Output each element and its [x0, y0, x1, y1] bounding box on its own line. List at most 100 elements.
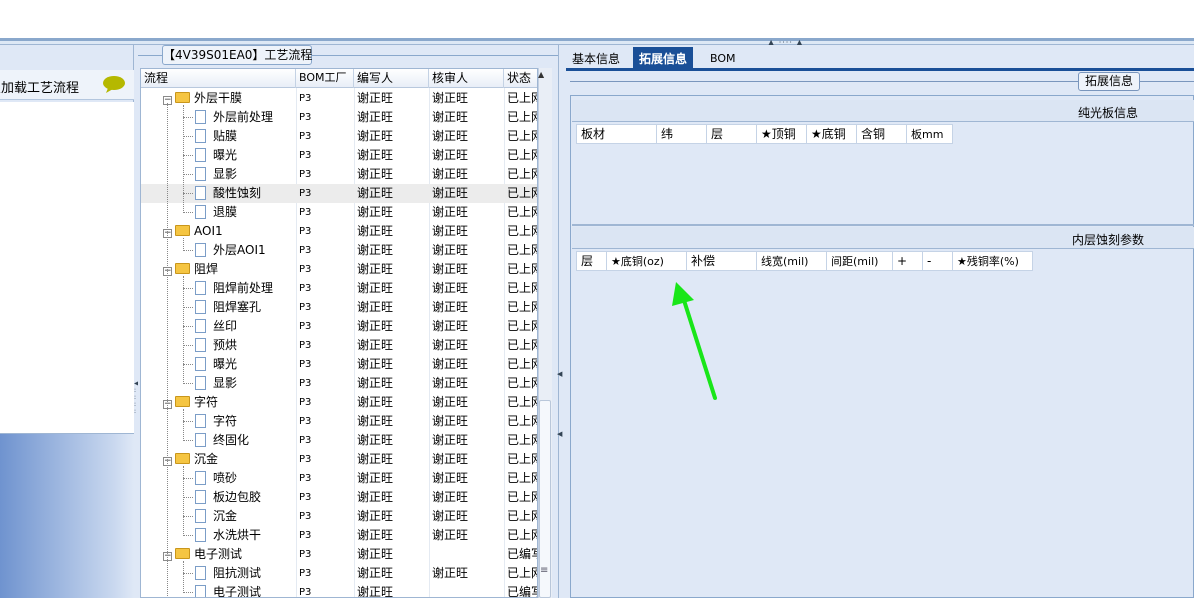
col-compensation[interactable]: 补偿 — [687, 252, 757, 271]
table-row[interactable]: −电子测试 P3 谢正旺 已编写 — [141, 545, 537, 564]
tree-connector — [167, 103, 168, 597]
tab-extended-info[interactable]: 拓展信息 — [633, 47, 694, 71]
table-row[interactable]: 板边包胶 P3 谢正旺 谢正旺 已上网 — [141, 488, 537, 507]
bom-factory-cell: P3 — [299, 454, 312, 465]
speech-bubble-icon[interactable] — [102, 75, 126, 93]
table-row[interactable]: 曝光 P3 谢正旺 谢正旺 已上网 — [141, 146, 537, 165]
col-top-copper[interactable]: ★顶铜 — [757, 125, 807, 144]
flow-cell[interactable]: 酸性蚀刻 — [195, 184, 261, 203]
flow-cell[interactable]: − 沉金 — [163, 450, 218, 469]
col-minus[interactable]: - — [923, 252, 953, 271]
flow-step-label: 喷砂 — [213, 471, 238, 485]
table-row[interactable]: 丝印 P3 谢正旺 谢正旺 已上网 — [141, 317, 537, 336]
table-row[interactable]: 电子测试 P3 谢正旺 已编写 — [141, 583, 537, 598]
table-row[interactable]: 外层前处理 P3 谢正旺 谢正旺 已上网 — [141, 108, 537, 127]
col-base-copper-oz[interactable]: ★底铜(oz) — [607, 252, 687, 271]
table-row[interactable]: 退膜 P3 谢正旺 谢正旺 已上网 — [141, 203, 537, 222]
flow-cell[interactable]: 显影 — [195, 374, 237, 393]
table-row[interactable]: 显影 P3 谢正旺 谢正旺 已上网 — [141, 374, 537, 393]
status-cell: 已上网 — [507, 281, 537, 295]
table-row[interactable]: 阻抗测试 P3 谢正旺 谢正旺 已上网 — [141, 564, 537, 583]
collapse-arrow-icon[interactable]: ◀ — [557, 370, 562, 378]
col-board-thickness[interactable]: 板mm — [907, 125, 953, 144]
table-row[interactable]: 终固化 P3 谢正旺 谢正旺 已上网 — [141, 431, 537, 450]
table-row[interactable]: 阻焊前处理 P3 谢正旺 谢正旺 已上网 — [141, 279, 537, 298]
scrollbar-grip-icon[interactable]: ≡ — [540, 565, 548, 576]
table-row[interactable]: 沉金 P3 谢正旺 谢正旺 已上网 — [141, 507, 537, 526]
flow-cell[interactable]: 外层AOI1 — [195, 241, 266, 260]
flow-step-label: 阻焊 — [194, 262, 219, 276]
table-row[interactable]: 外层AOI1 P3 谢正旺 谢正旺 已上网 — [141, 241, 537, 260]
load-process-label[interactable]: 点加载工艺流程 — [0, 77, 79, 96]
flow-cell[interactable]: 外层前处理 — [195, 108, 273, 127]
flow-cell[interactable]: 预烘 — [195, 336, 237, 355]
table-row[interactable]: 水洗烘干 P3 谢正旺 谢正旺 已上网 — [141, 526, 537, 545]
flow-cell[interactable]: − 阻焊 — [163, 260, 218, 279]
flow-cell[interactable]: 板边包胶 — [195, 488, 261, 507]
flow-cell[interactable]: 贴膜 — [195, 127, 237, 146]
bom-factory-cell: P3 — [299, 549, 312, 560]
status-cell: 已上网 — [507, 452, 537, 466]
flow-cell[interactable]: − 外层干膜 — [163, 89, 242, 108]
flow-cell[interactable]: 阻焊前处理 — [195, 279, 273, 298]
col-weft[interactable]: 纬 — [657, 125, 707, 144]
col-copper-content[interactable]: 含铜 — [857, 125, 907, 144]
col-header-writer[interactable]: 编写人 — [354, 69, 429, 88]
flow-cell[interactable]: − AOI1 — [163, 222, 223, 241]
tab-bom[interactable]: BOM — [704, 47, 742, 71]
table-row[interactable]: 曝光 P3 谢正旺 谢正旺 已上网 — [141, 355, 537, 374]
col-layer[interactable]: 层 — [707, 125, 757, 144]
flow-cell[interactable]: 喷砂 — [195, 469, 237, 488]
bom-factory-cell: P3 — [299, 359, 312, 370]
col-bottom-copper[interactable]: ★底铜 — [807, 125, 857, 144]
table-row[interactable]: 预烘 P3 谢正旺 谢正旺 已上网 — [141, 336, 537, 355]
flow-cell[interactable]: 水洗烘干 — [195, 526, 261, 545]
flow-step-label: 曝光 — [213, 357, 238, 371]
col-header-flow[interactable]: 流程 — [141, 69, 296, 88]
table-row[interactable]: 字符 P3 谢正旺 谢正旺 已上网 — [141, 412, 537, 431]
document-icon — [195, 566, 206, 580]
left-panel-footer — [0, 434, 134, 598]
table-row[interactable]: 阻焊塞孔 P3 谢正旺 谢正旺 已上网 — [141, 298, 537, 317]
table-row[interactable]: 贴膜 P3 谢正旺 谢正旺 已上网 — [141, 127, 537, 146]
col-plus[interactable]: + — [893, 252, 923, 271]
flow-cell[interactable]: 字符 — [195, 412, 237, 431]
col-layer[interactable]: 层 — [577, 252, 607, 271]
flow-step-label: 电子测试 — [213, 585, 262, 598]
right-splitter[interactable] — [558, 45, 566, 598]
table-row[interactable]: −阻焊 P3 谢正旺 谢正旺 已上网 — [141, 260, 537, 279]
flow-cell[interactable]: 阻焊塞孔 — [195, 298, 261, 317]
table-row[interactable]: −沉金 P3 谢正旺 谢正旺 已上网 — [141, 450, 537, 469]
table-row[interactable]: −AOI1 P3 谢正旺 谢正旺 已上网 — [141, 222, 537, 241]
col-spacing-mil[interactable]: 间距(mil) — [827, 252, 893, 271]
folder-icon — [175, 263, 190, 274]
col-residual-copper-rate[interactable]: ★残铜率(%) — [953, 252, 1033, 271]
table-row[interactable]: 喷砂 P3 谢正旺 谢正旺 已上网 — [141, 469, 537, 488]
bom-factory-cell: P3 — [299, 169, 312, 180]
tab-basic-info[interactable]: 基本信息 — [566, 47, 626, 71]
tree-connector — [183, 238, 184, 251]
writer-cell: 谢正旺 — [357, 167, 394, 181]
table-row[interactable]: 酸性蚀刻 P3 谢正旺 谢正旺 已上网 — [141, 184, 537, 203]
flow-cell[interactable]: 终固化 — [195, 431, 249, 450]
flow-cell[interactable]: 显影 — [195, 165, 237, 184]
flow-cell[interactable]: 丝印 — [195, 317, 237, 336]
flow-cell[interactable]: 退膜 — [195, 203, 237, 222]
flow-cell[interactable]: − 字符 — [163, 393, 218, 412]
col-line-width-mil[interactable]: 线宽(mil) — [757, 252, 827, 271]
table-row[interactable]: 显影 P3 谢正旺 谢正旺 已上网 — [141, 165, 537, 184]
table-row[interactable]: −外层干膜 P3 谢正旺 谢正旺 已上网 — [141, 89, 537, 108]
col-board-material[interactable]: 板材 — [577, 125, 657, 144]
flow-cell[interactable]: 电子测试 — [195, 583, 262, 598]
col-header-reviewer[interactable]: 核审人 — [429, 69, 504, 88]
flow-cell[interactable]: 曝光 — [195, 355, 237, 374]
collapse-arrow-icon[interactable]: ◀ — [557, 430, 562, 438]
flow-cell[interactable]: 曝光 — [195, 146, 237, 165]
scroll-up-arrow-icon[interactable]: ▲ — [538, 70, 544, 79]
col-header-bom[interactable]: BOM工厂 — [296, 69, 354, 88]
col-header-status[interactable]: 状态 — [504, 69, 537, 88]
flow-cell[interactable]: 沉金 — [195, 507, 237, 526]
flow-cell[interactable]: 阻抗测试 — [195, 564, 261, 583]
flow-cell[interactable]: − 电子测试 — [163, 545, 242, 564]
table-row[interactable]: −字符 P3 谢正旺 谢正旺 已上网 — [141, 393, 537, 412]
